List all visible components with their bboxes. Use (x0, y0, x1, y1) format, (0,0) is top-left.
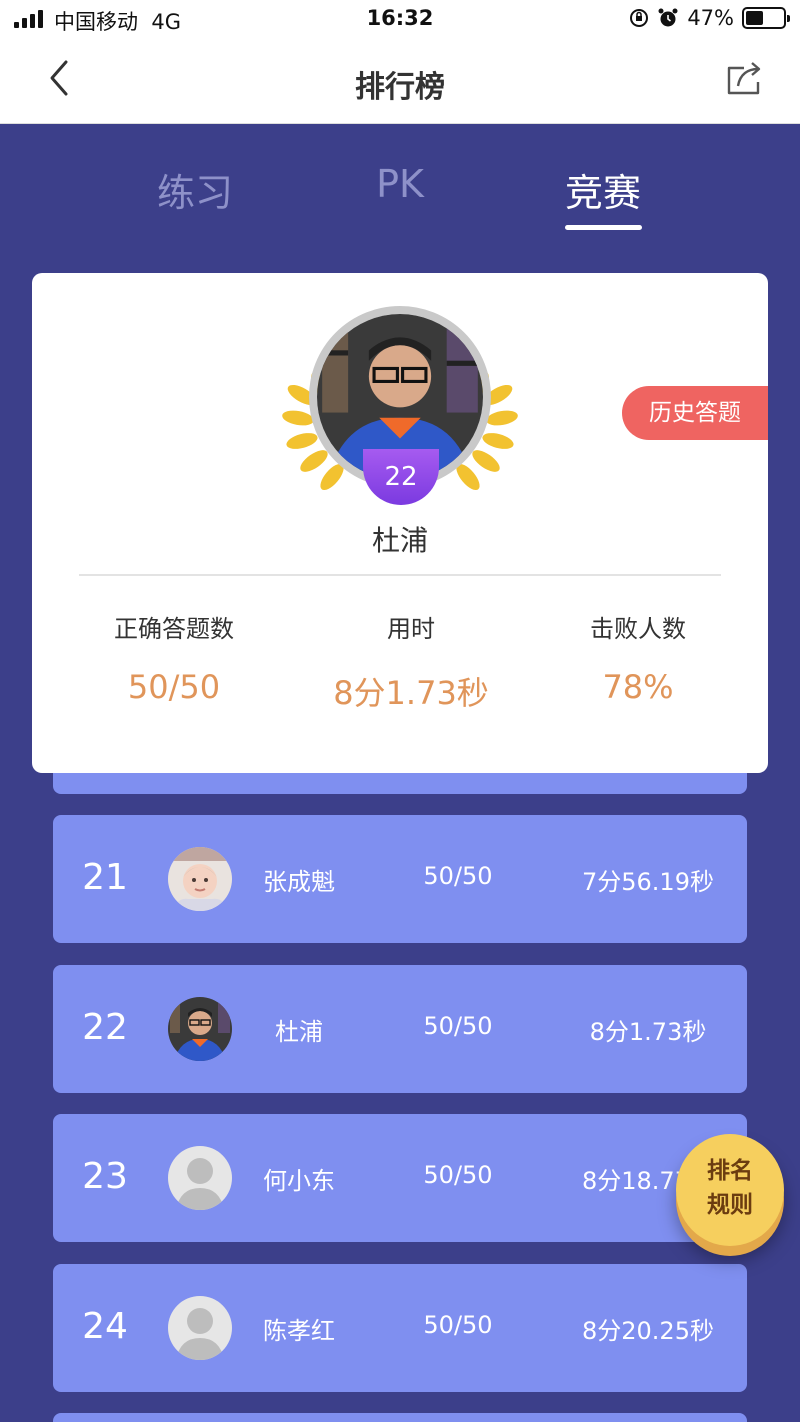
status-bar: 中国移动 4G 16:32 47% (0, 0, 800, 40)
row-rank: 21 (82, 857, 128, 898)
stat-label: 正确答题数 (114, 615, 234, 643)
rules-label-line2: 规则 (707, 1192, 753, 1218)
ranking-rules-button[interactable]: 排名 规则 (676, 1134, 784, 1246)
row-rank: 24 (82, 1306, 128, 1347)
avatar (168, 1296, 232, 1360)
active-tab-indicator (565, 225, 642, 230)
row-rank: 23 (82, 1156, 128, 1197)
stat-value: 50/50 (127, 668, 221, 706)
stat-label: 用时 (387, 615, 435, 643)
row-rank: 22 (82, 1007, 128, 1048)
row-score: 50/50 (423, 862, 493, 890)
share-button[interactable] (724, 58, 764, 98)
avatar (168, 847, 232, 911)
row-score: 50/50 (423, 1311, 493, 1339)
row-time: 8分1.73秒 (589, 1018, 707, 1046)
stat-correct: 正确答题数 50/50 (54, 609, 294, 706)
default-avatar-icon (168, 1146, 232, 1210)
list-item[interactable]: 21 张成魁 50/50 7分56.19秒 (53, 815, 747, 943)
battery-level (746, 11, 763, 25)
tab-contest[interactable]: 竞赛 (533, 162, 673, 217)
default-avatar-icon (168, 1296, 232, 1360)
tab-bar: 练习 PK 竞赛 (0, 124, 800, 244)
stat-label: 击败人数 (590, 615, 686, 643)
avatar (168, 997, 232, 1061)
row-name: 杜浦 (275, 1018, 323, 1046)
status-right: 47% (629, 6, 790, 30)
stat-value: 78% (602, 668, 674, 706)
rotation-lock-icon (630, 9, 649, 27)
alarm-icon (658, 8, 678, 27)
row-time: 8分20.25秒 (582, 1317, 714, 1345)
page-title: 排行榜 (355, 70, 445, 105)
stat-defeated: 击败人数 78% (518, 609, 758, 706)
share-icon (727, 62, 761, 95)
history-answers-button[interactable]: 历史答题 (622, 386, 768, 440)
list-item[interactable]: 23 何小东 50/50 8分18.77秒 (53, 1114, 747, 1242)
tab-practice[interactable]: 练习 (125, 162, 265, 217)
stat-value: 8分1.73秒 (333, 674, 489, 712)
list-item[interactable]: 24 陈孝红 50/50 8分20.25秒 (53, 1264, 747, 1392)
rules-label-line1: 排名 (707, 1158, 753, 1184)
row-name: 陈孝红 (263, 1317, 335, 1345)
row-time: 7分56.19秒 (582, 868, 714, 896)
battery-percent: 47% (687, 6, 734, 30)
battery-icon (742, 7, 790, 29)
row-score: 50/50 (423, 1012, 493, 1040)
row-name: 何小东 (263, 1167, 335, 1195)
divider (79, 574, 721, 576)
user-rank-card: 22 杜浦 历史答题 正确答题数 50/50 用时 8分1.73秒 击败人数 7… (32, 273, 768, 773)
tab-pk[interactable]: PK (330, 162, 470, 206)
user-name: 杜浦 (371, 524, 428, 557)
stat-time: 用时 8分1.73秒 (291, 609, 531, 714)
nav-bar: 排行榜 (0, 40, 800, 124)
list-item[interactable]: 22 杜浦 50/50 8分1.73秒 (53, 965, 747, 1093)
row-name: 张成魁 (263, 868, 335, 896)
row-score: 50/50 (423, 1161, 493, 1189)
avatar (168, 1146, 232, 1210)
list-item[interactable] (53, 1413, 747, 1422)
